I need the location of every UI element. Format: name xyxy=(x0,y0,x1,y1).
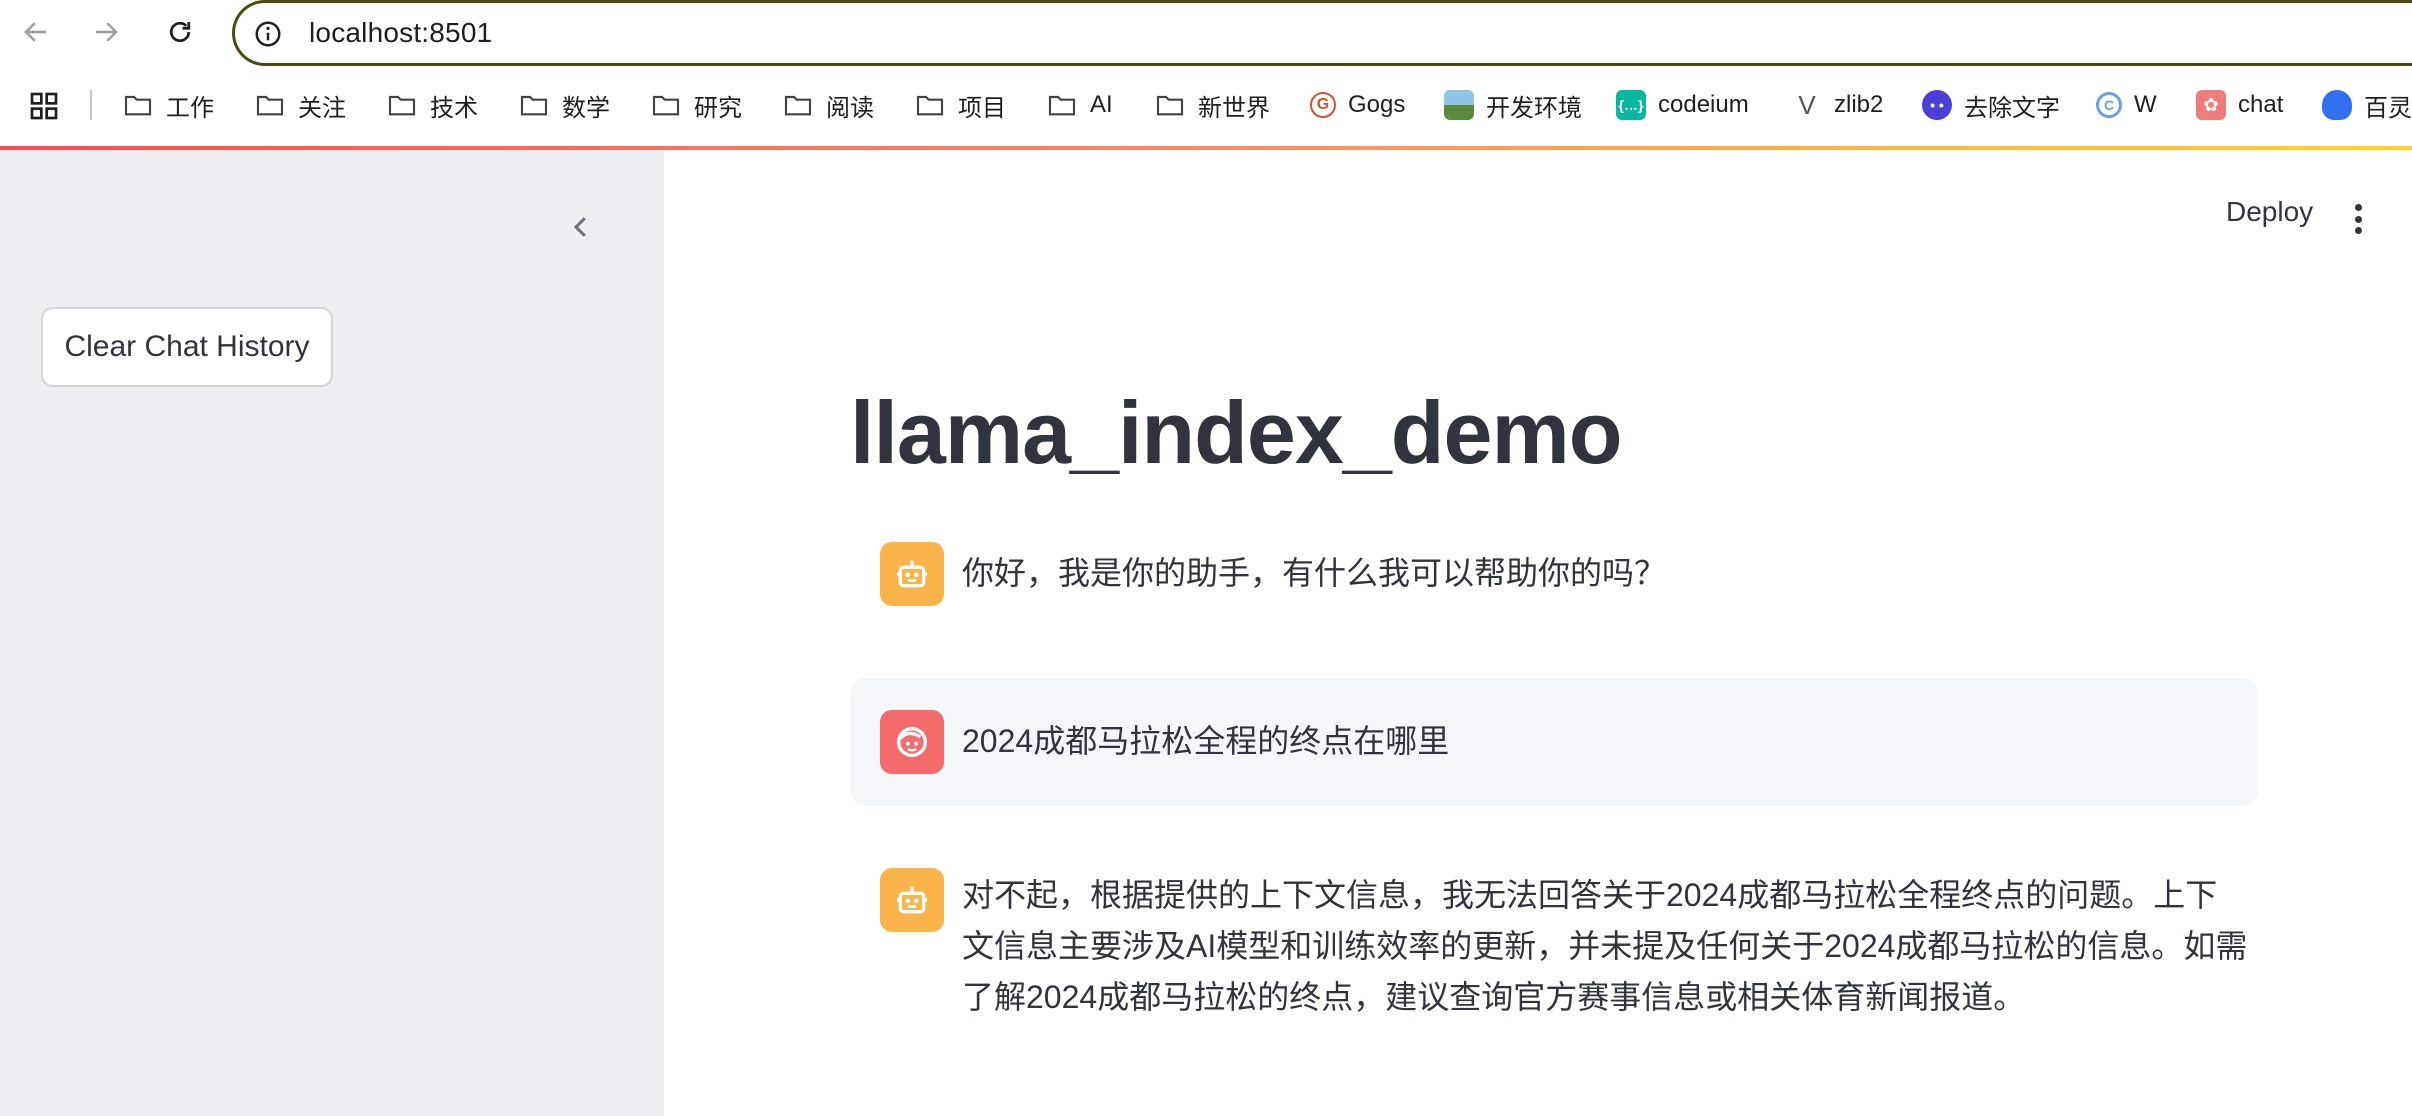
openai-icon: ✿ xyxy=(2196,90,2226,120)
main-content: Deploy llama_index_demo 你好，我是你的助手，有什么我可以… xyxy=(664,150,2412,1116)
bookmark-link[interactable]: V zlib2 xyxy=(1792,84,1883,126)
folder-icon xyxy=(1156,95,1184,116)
main-menu-button[interactable] xyxy=(2352,204,2364,234)
bookmark-folder[interactable]: AI xyxy=(1046,84,1113,126)
bookmark-folder[interactable]: 项目 xyxy=(914,84,1006,126)
bookmark-label: AI xyxy=(1090,91,1113,118)
folder-icon xyxy=(256,95,284,116)
forward-button[interactable] xyxy=(84,10,128,54)
reload-icon xyxy=(169,21,191,43)
chat-message-assistant: 对不起，根据提供的上下文信息，我无法回答关于2024成都马拉松全程终点的问题。上… xyxy=(850,868,2258,1038)
folder-icon xyxy=(784,95,812,116)
back-button[interactable] xyxy=(14,10,58,54)
chevron-left-icon xyxy=(573,217,586,237)
robot-icon xyxy=(897,886,927,914)
message-text: 你好，我是你的助手，有什么我可以帮助你的吗？ xyxy=(962,555,1667,591)
reload-button[interactable] xyxy=(158,10,202,54)
bookmark-folder[interactable]: 技术 xyxy=(386,84,478,126)
bookmark-label: Gogs xyxy=(1348,91,1406,118)
bookmark-label: W xyxy=(2134,91,2157,118)
bookmark-folder[interactable]: 研究 xyxy=(650,84,742,126)
bookmark-link[interactable]: {…} codeium xyxy=(1616,84,1749,126)
arrow-left-icon xyxy=(24,22,46,42)
folder-icon xyxy=(916,95,944,116)
kebab-dot xyxy=(2354,204,2362,211)
bookmark-folder[interactable]: 新世界 xyxy=(1154,84,1270,126)
collapse-sidebar-button[interactable] xyxy=(562,208,600,246)
assistant-avatar xyxy=(880,542,944,606)
message-text: 2024成都马拉松全程的终点在哪里 xyxy=(962,723,1450,759)
bookmark-link[interactable]: 百灵 xyxy=(2322,84,2412,126)
folder-icon xyxy=(520,95,548,116)
assistant-avatar xyxy=(880,868,944,932)
folder-icon xyxy=(1048,95,1076,116)
landscape-icon xyxy=(1444,90,1474,120)
gogs-icon: G xyxy=(1310,92,1336,118)
bookmark-folder[interactable]: 工作 xyxy=(122,84,214,126)
bookmark-label: 新世界 xyxy=(1198,94,1270,122)
bookmark-label: 数学 xyxy=(562,94,610,122)
baidu-icon xyxy=(2322,90,2352,120)
bookmark-label: 项目 xyxy=(958,94,1006,122)
kebab-dot xyxy=(2354,215,2362,223)
face-icon: • • xyxy=(1922,90,1952,120)
folder-icon xyxy=(652,95,680,116)
bookmark-label: 关注 xyxy=(298,94,346,122)
folder-icon xyxy=(388,95,416,116)
bookmark-link[interactable]: • • 去除文字 xyxy=(1922,84,2060,126)
deploy-button[interactable]: Deploy xyxy=(2226,196,2313,228)
address-bar[interactable]: localhost:8501 xyxy=(232,0,2412,66)
bookmark-label: 技术 xyxy=(430,94,478,122)
bookmarks-bar: 工作 关注 技术 数学 研究 阅读 项目 AI 新世界 G Gogs 开发环境 … xyxy=(0,84,2412,126)
arrow-right-icon xyxy=(96,22,118,42)
bookmark-label: 研究 xyxy=(694,94,742,122)
bookmark-label: 工作 xyxy=(166,94,214,122)
message-text: 对不起，根据提供的上下文信息，我无法回答关于2024成都马拉松全程终点的问题。上… xyxy=(962,877,2248,1015)
folder-icon xyxy=(124,95,152,116)
bookmark-link[interactable]: C W xyxy=(2096,84,2157,126)
kebab-dot xyxy=(2354,227,2362,234)
bookmark-link[interactable]: ✿ chat xyxy=(2196,84,2283,126)
w-icon: C xyxy=(2096,92,2122,118)
clear-chat-history-button[interactable]: Clear Chat History xyxy=(41,307,333,387)
codeium-icon: {…} xyxy=(1616,90,1646,120)
bookmark-folder[interactable]: 阅读 xyxy=(782,84,874,126)
bookmark-label: 百灵 xyxy=(2364,94,2412,122)
site-info-icon[interactable] xyxy=(253,19,283,49)
bookmark-label: 去除文字 xyxy=(1964,94,2060,122)
bookmark-folder[interactable]: 关注 xyxy=(254,84,346,126)
zlib-icon: V xyxy=(1798,89,1816,120)
bookmark-folder[interactable]: 数学 xyxy=(518,84,610,126)
user-face-icon xyxy=(897,727,927,757)
user-avatar xyxy=(880,710,944,774)
url-text: localhost:8501 xyxy=(309,17,493,48)
bookmark-label: 阅读 xyxy=(826,94,874,122)
bookmark-link[interactable]: G Gogs xyxy=(1310,84,1405,126)
browser-toolbar: localhost:8501 xyxy=(0,0,2412,66)
bookmark-label: 开发环境 xyxy=(1486,94,1582,122)
bookmark-label: codeium xyxy=(1658,91,1749,118)
sidebar: Clear Chat History xyxy=(0,150,664,1116)
page-title: llama_index_demo xyxy=(850,383,1622,482)
robot-icon xyxy=(897,560,927,588)
chat-message-user: 2024成都马拉松全程的终点在哪里 xyxy=(850,678,2258,806)
bookmark-link[interactable]: 开发环境 xyxy=(1444,84,1582,126)
bookmark-label: zlib2 xyxy=(1834,91,1884,118)
chat-message-assistant: 你好，我是你的助手，有什么我可以帮助你的吗？ xyxy=(850,542,2258,642)
bookmark-label: chat xyxy=(2238,91,2284,118)
